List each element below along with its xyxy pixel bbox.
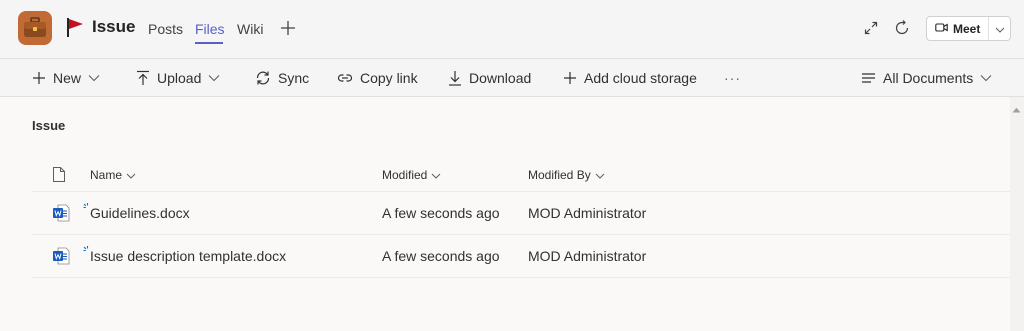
sync-label: Sync [278,70,310,86]
tab-posts[interactable]: Posts [148,21,183,37]
chevron-down-icon [431,168,441,182]
file-modified-by: MOD Administrator [528,205,647,221]
new-button[interactable]: New [32,67,100,89]
view-label: All Documents [883,70,974,86]
briefcase-icon[interactable] [18,11,52,45]
meet-label: Meet [953,21,981,36]
file-modified: A few seconds ago [382,205,500,221]
link-icon [337,72,353,84]
modified-by-column-header[interactable]: Modified By [528,168,605,182]
channel-title: Issue [92,17,136,36]
download-button[interactable]: Download [448,67,531,89]
copy-link-label: Copy link [360,70,418,86]
meet-options-dropdown[interactable] [989,20,1010,38]
name-column-label: Name [90,168,123,182]
chevron-down-icon [88,74,100,82]
chevron-down-icon [995,20,1005,38]
view-switcher[interactable]: All Documents [861,67,992,89]
upload-button[interactable]: Upload [136,67,220,89]
upload-label: Upload [157,70,202,86]
meet-button[interactable]: Meet [926,16,1011,41]
file-type-column-header[interactable] [52,166,66,186]
chevron-down-icon [126,168,136,182]
breadcrumb[interactable]: Issue [32,118,65,133]
table-row[interactable]: Guidelines.docx A few seconds ago MOD Ad… [32,192,1010,235]
download-label: Download [469,70,532,86]
add-cloud-storage-button[interactable]: Add cloud storage [563,67,697,89]
header-divider [0,58,1024,59]
download-icon [448,70,462,86]
table-row[interactable]: Issue description template.docx A few se… [32,235,1010,278]
row-divider [32,277,1010,278]
flag-icon [65,16,85,43]
channel-header: Issue Posts Files Wiki Meet [0,0,1024,58]
vertical-scrollbar[interactable] [1010,97,1024,331]
file-modified: A few seconds ago [382,248,500,264]
file-type-icon [52,166,66,186]
chevron-down-icon [595,168,605,182]
list-view-icon [861,72,876,84]
plus-icon [563,71,577,85]
modified-column-header[interactable]: Modified [382,168,441,182]
active-tab-indicator [195,42,223,44]
more-options-button[interactable]: ··· [724,67,741,89]
video-camera-icon [935,22,948,36]
refresh-icon[interactable] [893,19,911,42]
file-modified-by: MOD Administrator [528,248,647,264]
sync-button[interactable]: Sync [255,67,309,89]
new-label: New [53,70,82,86]
chevron-down-icon [208,74,220,82]
modified-column-label: Modified [382,168,428,182]
sync-icon [255,70,271,86]
modified-by-column-label: Modified By [528,168,591,182]
name-column-header[interactable]: Name [90,168,136,182]
add-cloud-storage-label: Add cloud storage [584,70,697,86]
more-icon: ··· [724,70,741,86]
copy-link-button[interactable]: Copy link [337,67,418,89]
upload-icon [136,70,150,86]
word-doc-icon [52,247,70,270]
tab-wiki[interactable]: Wiki [237,21,263,37]
add-tab-icon[interactable] [279,19,297,42]
chevron-down-icon [980,74,992,82]
expand-icon[interactable] [863,20,879,41]
word-doc-icon [52,204,70,227]
file-name[interactable]: Guidelines.docx [90,205,190,221]
scroll-up-arrow-icon[interactable] [1012,100,1021,118]
meet-start[interactable]: Meet [927,17,989,40]
plus-icon [32,71,46,85]
tab-files[interactable]: Files [195,21,225,37]
file-name[interactable]: Issue description template.docx [90,248,286,264]
